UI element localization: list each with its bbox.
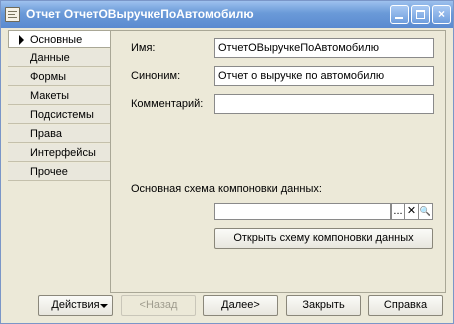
open-schema-search-icon[interactable]: 🔍 — [419, 203, 433, 220]
maximize-icon — [416, 10, 425, 19]
tab-label: Прочее — [30, 166, 68, 178]
name-label: Имя: — [131, 42, 156, 54]
tab-label: Основные — [30, 34, 83, 46]
tab-label: Данные — [30, 52, 70, 64]
chevron-down-icon — [100, 304, 108, 308]
report-editor-window: Отчет ОтчетОВыручкеПоАвтомобилю × Основн… — [0, 0, 454, 324]
minimize-button[interactable] — [390, 5, 409, 24]
tab-rights[interactable]: Права — [8, 125, 110, 143]
settings-tabs: Основные Данные Формы Макеты Подсистемы … — [8, 30, 110, 190]
tab-label: Права — [30, 128, 62, 140]
current-tab-arrow-icon — [19, 35, 24, 45]
tab-forms[interactable]: Формы — [8, 68, 110, 86]
synonym-input[interactable]: Отчет о выручке по автомобилю — [214, 66, 434, 86]
help-button[interactable]: Справка — [368, 295, 443, 316]
report-icon — [5, 7, 20, 22]
comment-input[interactable] — [214, 94, 434, 114]
close-icon: × — [437, 7, 445, 21]
schema-input[interactable] — [214, 203, 391, 220]
tab-subsystems[interactable]: Подсистемы — [8, 106, 110, 124]
close-window-button[interactable]: × — [432, 5, 451, 24]
minimize-icon — [395, 17, 403, 19]
tab-data[interactable]: Данные — [8, 49, 110, 67]
select-schema-button[interactable]: ... — [391, 203, 405, 220]
open-schema-button[interactable]: Открыть схему компоновки данных — [214, 228, 433, 249]
back-button[interactable]: <Назад — [121, 295, 196, 316]
tab-label: Подсистемы — [30, 109, 94, 121]
schema-label: Основная схема компоновки данных: — [131, 183, 322, 195]
synonym-label: Синоним: — [131, 70, 181, 82]
clear-schema-button[interactable]: ✕ — [405, 203, 419, 220]
close-button[interactable]: Закрыть — [286, 295, 361, 316]
next-button[interactable]: Далее> — [203, 295, 278, 316]
name-input[interactable]: ОтчетОВыручкеПоАвтомобилю — [214, 38, 434, 58]
tab-main[interactable]: Основные — [8, 30, 110, 48]
actions-button[interactable]: Действия — [38, 295, 113, 316]
title-bar[interactable]: Отчет ОтчетОВыручкеПоАвтомобилю × — [1, 1, 453, 28]
comment-label: Комментарий: — [131, 98, 204, 110]
window-title: Отчет ОтчетОВыручкеПоАвтомобилю — [26, 7, 254, 21]
tab-label: Интерфейсы — [30, 147, 96, 159]
tab-layouts[interactable]: Макеты — [8, 87, 110, 105]
tab-label: Макеты — [30, 90, 70, 102]
actions-label: Действия — [51, 299, 100, 311]
tab-interfaces[interactable]: Интерфейсы — [8, 144, 110, 162]
tab-other[interactable]: Прочее — [8, 163, 110, 181]
maximize-button[interactable] — [411, 5, 430, 24]
tab-label: Формы — [30, 71, 67, 83]
